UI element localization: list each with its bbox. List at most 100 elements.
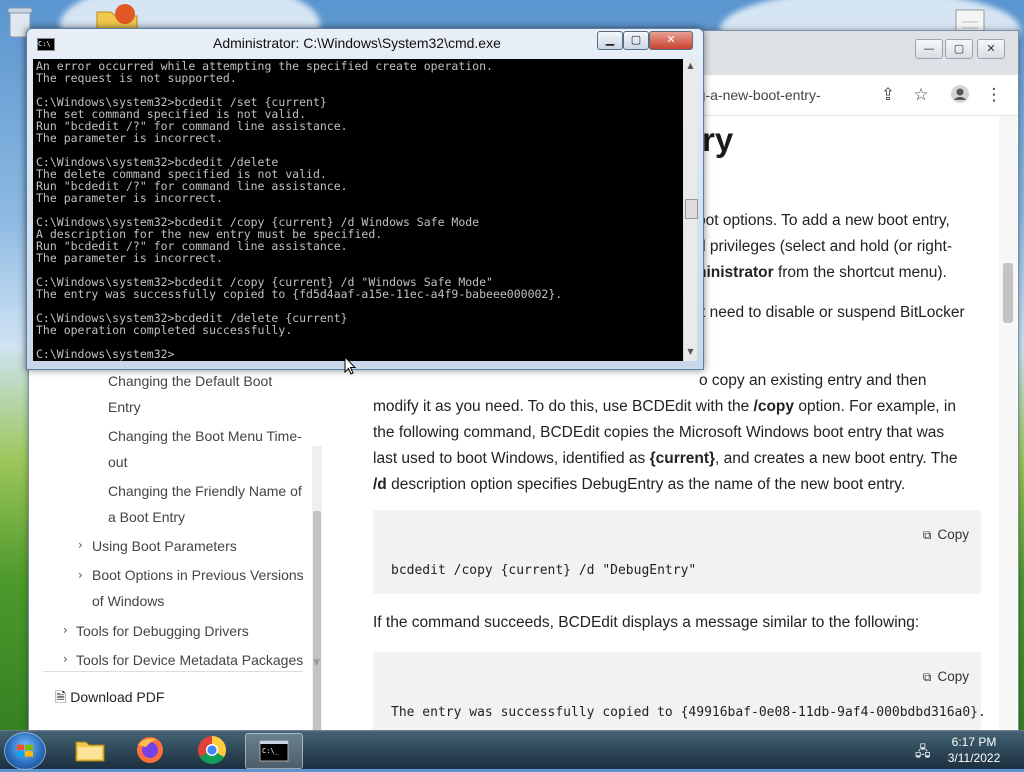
- code-block: ⧉ Copy bcdedit /copy {current} /d "DebugE…: [373, 510, 981, 594]
- bold-text: /d: [373, 476, 387, 493]
- code-block: ⧉ Copy The entry was successfully copied …: [373, 652, 986, 731]
- text-span: last used to boot Windows, identified as: [373, 450, 650, 467]
- text-span: from the shortcut menu).: [773, 264, 947, 281]
- chevron-right-icon[interactable]: ›: [63, 652, 68, 666]
- bold-text: /copy: [753, 398, 795, 415]
- text-line: last used to boot Windows, identified as…: [373, 446, 957, 472]
- text-line: d privileges (select and hold (or right-: [697, 238, 953, 255]
- console-line: C:\Windows\system32>: [36, 347, 175, 361]
- cmd-titlebar[interactable]: C:\ Administrator: C:\Windows\System32\c…: [27, 29, 703, 57]
- toc-item-label: Changing the Boot Menu Time-: [108, 428, 302, 444]
- bookmark-star-icon[interactable]: ☆: [910, 84, 932, 106]
- copy-button[interactable]: ⧉ Copy: [923, 522, 969, 548]
- copy-icon: ⧉: [922, 670, 932, 684]
- toc-item-label: out: [108, 454, 128, 470]
- cmd-icon: C:\_: [259, 740, 289, 762]
- code-text: The entry was successfully copied to {49…: [391, 705, 986, 720]
- clock-date: 3/11/2022: [947, 751, 1001, 765]
- network-icon[interactable]: 🖧: [915, 741, 931, 765]
- copy-label: Copy: [937, 669, 969, 684]
- toc-item-label: Changing the Friendly Name of: [108, 483, 302, 499]
- toc-item-label: Tools for Debugging Drivers: [76, 623, 249, 639]
- paragraph: If the command succeeds, BCDEdit display…: [373, 614, 920, 631]
- toc-item-tools-debugging-drivers[interactable]: Tools for Debugging Drivers: [76, 618, 249, 644]
- toc-item-label: Entry: [108, 399, 141, 415]
- paragraph: t need to disable or suspend BitLocker: [701, 300, 965, 326]
- start-button[interactable]: [4, 732, 46, 770]
- text-line: the following command, BCDEdit copies th…: [373, 424, 945, 441]
- cmd-close-button[interactable]: ✕: [649, 31, 693, 50]
- text-line: /d description option specifies DebugEnt…: [373, 472, 957, 498]
- scroll-up-arrow-icon[interactable]: ▲: [685, 61, 696, 70]
- windows-logo-icon: [17, 744, 33, 757]
- cmd-scrollbar-thumb[interactable]: [685, 199, 698, 219]
- taskbar-file-explorer[interactable]: [62, 733, 118, 767]
- bold-text: {current}: [649, 450, 716, 467]
- console-line: The parameter is incorrect.: [36, 131, 223, 145]
- copy-button[interactable]: ⧉ Copy: [923, 664, 969, 690]
- cmd-app-icon[interactable]: C:\: [37, 38, 55, 51]
- console-line: The parameter is incorrect.: [36, 191, 223, 205]
- browser-close-button[interactable]: ✕: [977, 39, 1005, 59]
- text-span: option. For example, in: [794, 398, 956, 415]
- text-span: , and creates a new boot entry. The: [715, 450, 958, 467]
- toc-item-label: Changing the Default Boot: [108, 373, 273, 389]
- text-line: modify it as you need. To do this, use B…: [373, 394, 957, 420]
- page-scrollbar-thumb[interactable]: [1003, 263, 1013, 323]
- text-span: modify it as you need. To do this, use B…: [373, 398, 754, 415]
- cmd-text: An error occurred while attempting the s…: [36, 60, 562, 360]
- taskbar: C:\_ 🖧 6:17 PM 3/11/2022: [0, 730, 1024, 770]
- text-line: o copy an existing entry and then: [699, 372, 927, 389]
- toc-item-label: Using Boot Parameters: [92, 538, 237, 554]
- taskbar-chrome[interactable]: [184, 733, 240, 767]
- toc-scrollbar-thumb[interactable]: [313, 511, 321, 731]
- toc-item-changing-friendly-name[interactable]: Changing the Friendly Name of a Boot Ent…: [108, 478, 302, 530]
- taskbar-command-prompt[interactable]: C:\_: [245, 733, 303, 769]
- clock-time: 6:17 PM: [951, 735, 997, 749]
- mouse-cursor-icon: [344, 355, 357, 380]
- toc-item-label: Tools for Device Metadata Packages: [76, 652, 304, 668]
- browser-menu-icon[interactable]: ⋮: [983, 84, 1005, 106]
- browser-maximize-button[interactable]: ▢: [945, 39, 973, 59]
- share-icon[interactable]: ⇪: [877, 84, 899, 106]
- console-line: The operation completed successfully.: [36, 323, 293, 337]
- chevron-right-icon[interactable]: ›: [78, 538, 83, 552]
- download-pdf-label: Download PDF: [70, 689, 165, 705]
- toc-item-changing-boot-menu-timeout[interactable]: Changing the Boot Menu Time- out: [108, 423, 302, 475]
- divider: [43, 671, 303, 672]
- bold-text: ninistrator: [697, 264, 774, 281]
- toc-item-tools-device-metadata[interactable]: Tools for Device Metadata Packages: [76, 647, 303, 673]
- firefox-icon: [137, 737, 163, 763]
- page-scrollbar-track[interactable]: [999, 116, 1017, 731]
- console-line: The parameter is incorrect.: [36, 251, 223, 265]
- text-line: t need to disable or suspend BitLocker: [701, 304, 965, 321]
- cmd-title: Administrator: C:\Windows\System32\cmd.e…: [213, 35, 501, 51]
- toc-item-label: Boot Options in Previous Versions: [92, 567, 304, 583]
- paragraph: oot options. To add a new boot entry, d …: [697, 208, 952, 286]
- browser-minimize-button[interactable]: —: [915, 39, 943, 59]
- scroll-down-arrow-icon[interactable]: ▼: [685, 347, 696, 356]
- paragraph: o copy an existing entry and then modify…: [373, 368, 957, 498]
- clock[interactable]: 6:17 PM 3/11/2022: [942, 734, 1006, 766]
- cmd-maximize-button[interactable]: ▢: [623, 31, 649, 50]
- chevron-right-icon[interactable]: ›: [63, 623, 68, 637]
- code-text: bcdedit /copy {current} /d "DebugEntry": [391, 563, 697, 578]
- toc-item-label: a Boot Entry: [108, 509, 186, 525]
- download-pdf-link[interactable]: 🗎 Download PDF: [55, 687, 164, 711]
- cmd-console-output[interactable]: An error occurred while attempting the s…: [33, 59, 683, 361]
- cmd-window: C:\ Administrator: C:\Windows\System32\c…: [26, 28, 704, 370]
- taskbar-firefox[interactable]: [122, 733, 178, 767]
- text-line: ninistrator from the shortcut menu).: [697, 260, 952, 286]
- chrome-icon: [198, 736, 226, 764]
- toc-item-changing-default-boot-entry[interactable]: Changing the Default Boot Entry: [108, 368, 272, 420]
- text-line: oot options. To add a new boot entry,: [697, 212, 950, 229]
- folder-icon: [75, 741, 105, 762]
- cmd-minimize-button[interactable]: ▁: [597, 31, 623, 50]
- profile-avatar-icon[interactable]: [949, 84, 971, 106]
- scroll-down-arrow-icon[interactable]: ▼: [313, 658, 320, 668]
- toc-item-using-boot-parameters[interactable]: Using Boot Parameters: [92, 533, 237, 559]
- toc-item-boot-options-previous[interactable]: Boot Options in Previous Versions of Win…: [92, 562, 304, 614]
- document-icon: 🗎: [55, 689, 67, 705]
- chevron-right-icon[interactable]: ›: [78, 568, 83, 582]
- svg-text:C:\_: C:\_: [262, 747, 280, 755]
